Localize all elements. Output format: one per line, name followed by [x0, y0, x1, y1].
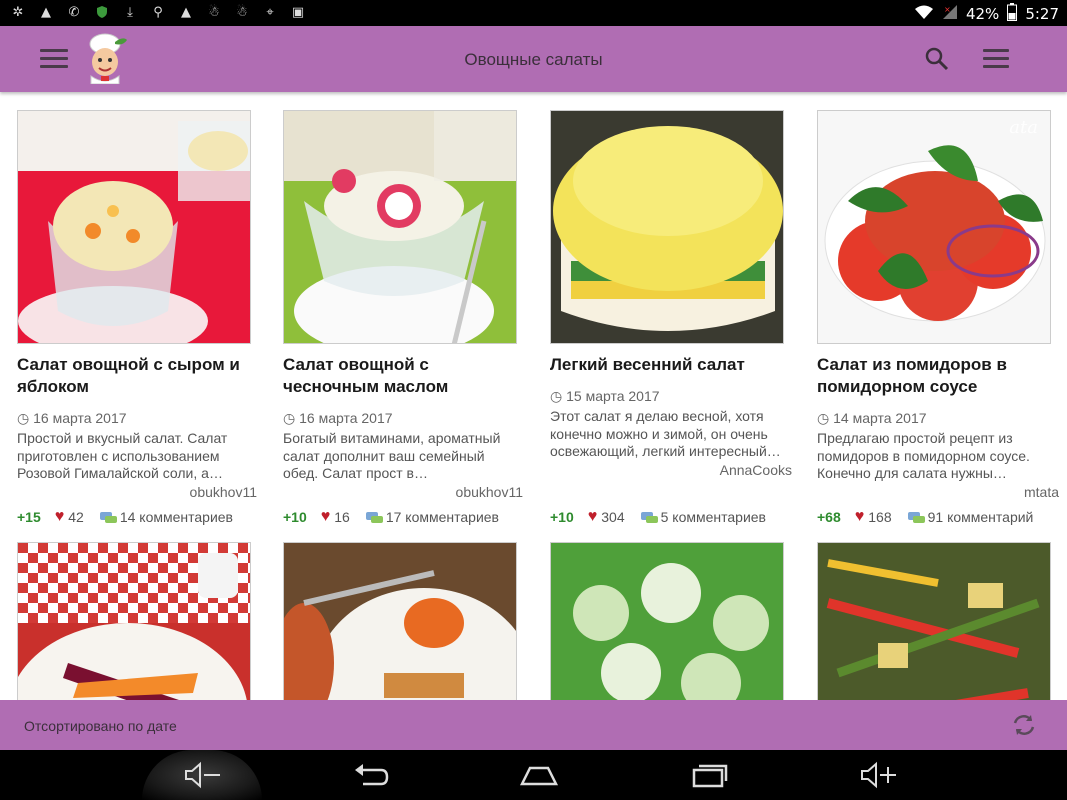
shield-icon: [94, 4, 110, 20]
clock-icon: ◷: [817, 410, 830, 426]
comments-count[interactable]: 91 комментарий: [928, 509, 1034, 525]
refresh-button[interactable]: [1011, 712, 1037, 738]
recipe-author[interactable]: obukhov11: [190, 484, 257, 500]
recipe-date: ◷ 16 марта 2017: [17, 410, 127, 426]
rating-score: +10: [550, 509, 574, 525]
odnoklassniki-icon: ☃: [236, 4, 248, 20]
recipe-image[interactable]: [550, 542, 784, 700]
refresh-icon: [1013, 715, 1035, 735]
chef-logo[interactable]: [83, 32, 129, 85]
recipe-description: Богатый витаминами, ароматный салат допо…: [283, 430, 501, 481]
recipe-stats: +68 ♥ 168 91 комментарий: [817, 508, 1067, 526]
recipe-description: Предлагаю простой рецепт из помидоров в …: [817, 430, 1030, 481]
comments-count[interactable]: 14 комментариев: [120, 509, 233, 525]
heart-icon[interactable]: ♥: [321, 508, 331, 526]
menu-lines-icon: [983, 49, 1009, 52]
recipe-date: ◷ 16 марта 2017: [283, 410, 393, 426]
svg-text:×: ×: [944, 5, 951, 14]
clock-icon: ◷: [550, 388, 563, 404]
recipe-author[interactable]: AnnaCooks: [720, 462, 792, 478]
download-icon: ⤓: [127, 4, 133, 20]
recipe-stats: +15 ♥ 42 14 комментариев: [17, 508, 267, 526]
recipe-image[interactable]: [283, 110, 517, 344]
clock-icon: ◷: [17, 410, 30, 426]
comments-icon[interactable]: [640, 511, 658, 523]
recipe-stats: +10 ♥ 304 5 комментариев: [550, 508, 800, 526]
search-icon: ⚲: [153, 4, 163, 20]
recipe-image[interactable]: ata: [817, 110, 1051, 344]
rating-score: +10: [283, 509, 307, 525]
volume-up-button[interactable]: [858, 760, 898, 790]
nav-drawer-button[interactable]: [40, 49, 68, 69]
recipe-title[interactable]: Салат из помидоров в помидорном соусе: [817, 354, 1057, 398]
watermark: ata: [1009, 117, 1038, 138]
comments-icon[interactable]: [907, 511, 925, 523]
recipe-image[interactable]: [283, 542, 517, 700]
back-icon: [355, 764, 389, 786]
recipe-image[interactable]: [550, 110, 784, 344]
recipe-author[interactable]: mtata: [1024, 484, 1059, 500]
image-icon: ▣: [291, 4, 305, 20]
location-icon: ⌖: [266, 4, 274, 20]
warning-icon: ▲: [41, 4, 51, 20]
recipe-stats: +10 ♥ 16 17 комментариев: [283, 508, 533, 526]
home-button[interactable]: [519, 760, 559, 790]
viber-icon: ✆: [68, 4, 80, 20]
notification-icons: ✲ ▲ ✆ ⤓ ⚲ ▲ ☃ ☃ ⌖ ▣: [10, 4, 306, 20]
recent-apps-icon: [692, 764, 728, 788]
likes-count: 168: [868, 509, 892, 525]
status-bar: ✲ ▲ ✆ ⤓ ⚲ ▲ ☃ ☃ ⌖ ▣ × 42% 5:27: [0, 0, 1067, 26]
recipe-description: Простой и вкусный салат. Салат приготовл…: [17, 430, 228, 481]
volume-down-button[interactable]: [182, 760, 222, 790]
sort-bar: Отсортировано по дате: [0, 700, 1067, 750]
search-button[interactable]: [924, 46, 950, 72]
recipe-title[interactable]: Салат овощной с сыром и яблоком: [17, 354, 257, 398]
heart-icon[interactable]: ♥: [855, 508, 865, 526]
recipe-image[interactable]: [17, 110, 251, 344]
recent-apps-button[interactable]: [690, 760, 730, 790]
app-bar: Овощные салаты: [0, 26, 1067, 92]
wifi-icon: [914, 4, 934, 24]
comments-count[interactable]: 17 комментариев: [386, 509, 499, 525]
search-icon: [925, 47, 949, 71]
recipe-date: ◷ 15 марта 2017: [550, 388, 660, 404]
recipe-image[interactable]: [817, 542, 1051, 700]
home-icon: [519, 766, 559, 786]
comments-count[interactable]: 5 комментариев: [661, 509, 766, 525]
rating-score: +68: [817, 509, 841, 525]
recipe-image[interactable]: [17, 542, 251, 700]
warning-icon: ▲: [181, 4, 191, 20]
volume-down-icon: [185, 761, 220, 789]
hamburger-icon: [40, 49, 68, 52]
comments-icon[interactable]: [99, 511, 117, 523]
clock: 5:27: [1025, 5, 1059, 23]
status-right: × 42% 5:27: [914, 3, 1059, 25]
likes-count: 42: [68, 509, 84, 525]
clock-icon: ◷: [283, 410, 296, 426]
recipe-description: Этот салат я делаю весной, хотя конечно …: [550, 408, 781, 459]
likes-count: 16: [334, 509, 350, 525]
usb-debug-icon: ✲: [12, 4, 24, 20]
heart-icon[interactable]: ♥: [55, 508, 65, 526]
likes-count: 304: [601, 509, 625, 525]
recipe-grid: Салат овощной с сыром и яблоком ◷ 16 мар…: [0, 92, 1067, 700]
signal-icon: ×: [942, 4, 958, 24]
battery-icon: [1007, 3, 1018, 25]
rating-score: +15: [17, 509, 41, 525]
sort-label[interactable]: Отсортировано по дате: [24, 718, 177, 734]
recipe-title[interactable]: Легкий весенний салат: [550, 354, 790, 376]
heart-icon[interactable]: ♥: [588, 508, 598, 526]
odnoklassniki-icon: ☃: [208, 4, 220, 20]
recipe-title[interactable]: Салат овощной с чесночным маслом: [283, 354, 523, 398]
comments-icon[interactable]: [365, 511, 383, 523]
page-title: Овощные салаты: [464, 50, 603, 69]
recipe-author[interactable]: obukhov11: [456, 484, 523, 500]
recipe-date: ◷ 14 марта 2017: [817, 410, 927, 426]
back-button[interactable]: [351, 760, 391, 790]
menu-button[interactable]: [983, 49, 1009, 69]
volume-up-icon: [861, 761, 896, 789]
battery-level: 42%: [965, 5, 1000, 23]
